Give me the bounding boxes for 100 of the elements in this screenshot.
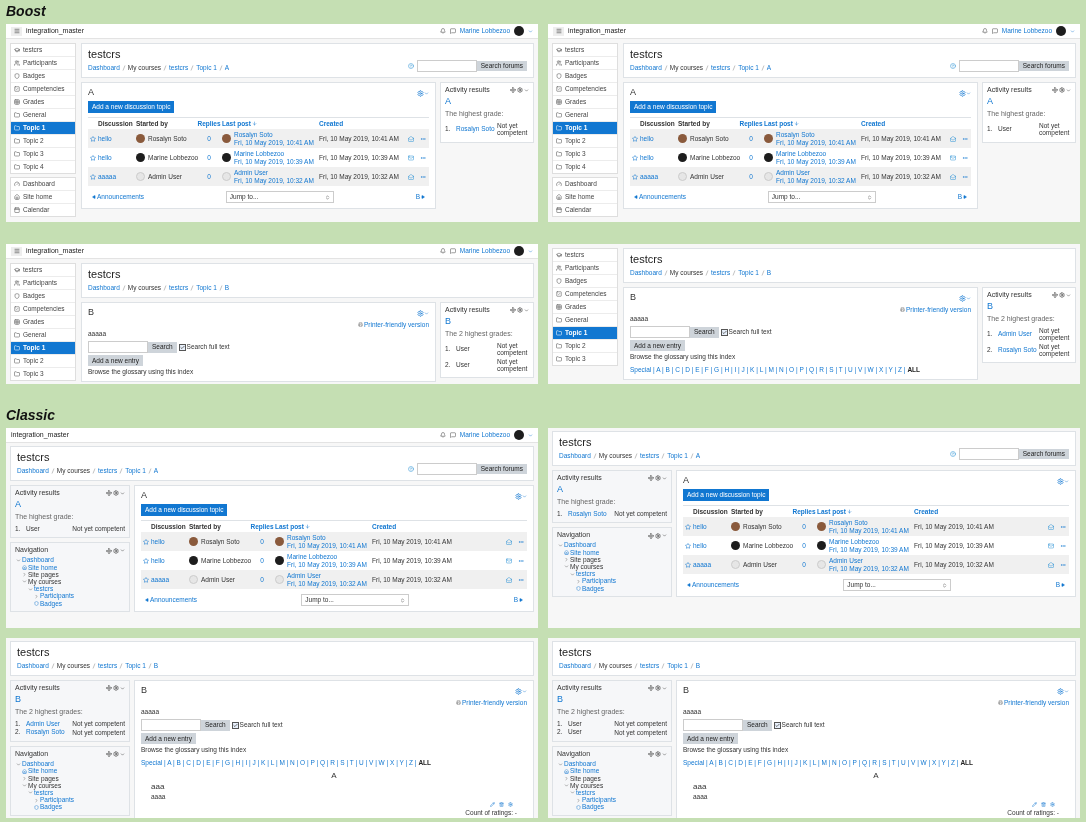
- open-envelope-icon[interactable]: [408, 135, 414, 142]
- gear-icon[interactable]: [515, 492, 522, 500]
- open-envelope-icon[interactable]: [1048, 523, 1054, 530]
- calendar-icon: [14, 207, 20, 213]
- search-field[interactable]: [683, 719, 743, 732]
- avatar[interactable]: [514, 246, 524, 256]
- gear-icon: [113, 490, 119, 497]
- activity-link[interactable]: B: [445, 316, 529, 328]
- gear-icon[interactable]: [508, 801, 513, 807]
- star-icon[interactable]: [143, 557, 149, 564]
- folder-icon: [14, 112, 20, 118]
- caret-icon: [1066, 87, 1071, 93]
- gear-icon[interactable]: [959, 294, 966, 302]
- gear-icon[interactable]: [959, 89, 966, 97]
- search-field[interactable]: [630, 326, 690, 339]
- more-icon[interactable]: [962, 135, 968, 142]
- chat-icon: [449, 432, 456, 438]
- table-icon: [14, 99, 20, 105]
- pencil-icon[interactable]: [490, 801, 495, 807]
- folder-icon: [556, 330, 562, 336]
- open-envelope-icon[interactable]: [506, 576, 512, 583]
- envelope-icon[interactable]: [408, 154, 414, 161]
- more-icon[interactable]: [420, 154, 426, 161]
- caret-icon: [1070, 28, 1075, 34]
- search-field[interactable]: [416, 60, 477, 72]
- more-icon[interactable]: [420, 173, 426, 180]
- star-icon[interactable]: [143, 538, 149, 545]
- open-envelope-icon[interactable]: [950, 173, 956, 180]
- open-envelope-icon[interactable]: [950, 135, 956, 142]
- activity-link[interactable]: A: [557, 484, 667, 496]
- star-icon[interactable]: [685, 542, 691, 549]
- gear-icon: [655, 475, 661, 482]
- sort-down-icon: [304, 523, 310, 529]
- shield-icon: [556, 278, 562, 284]
- envelope-icon[interactable]: [1048, 542, 1054, 549]
- activity-link[interactable]: B: [557, 694, 667, 706]
- menu-button[interactable]: [11, 246, 22, 256]
- star-icon[interactable]: [685, 561, 691, 568]
- graduation-cap-icon: [14, 47, 20, 53]
- star-icon[interactable]: [90, 154, 96, 161]
- star-icon[interactable]: [632, 154, 638, 161]
- gear-icon[interactable]: [1057, 687, 1064, 695]
- checkbox[interactable]: [231, 721, 239, 729]
- star-icon[interactable]: [632, 173, 638, 180]
- checkbox[interactable]: [720, 328, 728, 336]
- envelope-icon[interactable]: [950, 154, 956, 161]
- more-icon[interactable]: [518, 538, 524, 545]
- gear-icon[interactable]: [1057, 477, 1064, 485]
- search-field[interactable]: [416, 463, 477, 475]
- gear-icon[interactable]: [515, 687, 522, 695]
- avatar[interactable]: [1056, 26, 1066, 36]
- search-field[interactable]: [958, 60, 1019, 72]
- move-icon: [648, 475, 654, 482]
- activity-link[interactable]: B: [987, 301, 1071, 313]
- star-icon[interactable]: [685, 523, 691, 530]
- open-envelope-icon[interactable]: [1048, 561, 1054, 568]
- more-icon[interactable]: [518, 576, 524, 583]
- slash-icon: [147, 468, 152, 475]
- more-icon[interactable]: [1060, 561, 1066, 568]
- activity-link[interactable]: B: [15, 694, 125, 706]
- gear-icon[interactable]: [417, 89, 424, 97]
- search-field[interactable]: [958, 448, 1019, 460]
- envelope-icon[interactable]: [506, 557, 512, 564]
- star-icon[interactable]: [632, 135, 638, 142]
- activity-link[interactable]: A: [15, 499, 125, 511]
- trash-icon[interactable]: [499, 801, 504, 807]
- folder-icon: [556, 356, 562, 362]
- checkbox[interactable]: [178, 343, 186, 351]
- open-envelope-icon[interactable]: [506, 538, 512, 545]
- star-icon[interactable]: [90, 135, 96, 142]
- star-icon[interactable]: [143, 576, 149, 583]
- house-icon: [21, 768, 27, 774]
- people-icon: [556, 265, 562, 271]
- search-field[interactable]: [88, 341, 148, 354]
- more-icon[interactable]: [962, 173, 968, 180]
- trash-icon[interactable]: [1041, 801, 1046, 807]
- search-field[interactable]: [141, 719, 201, 732]
- open-envelope-icon[interactable]: [408, 173, 414, 180]
- shield-icon: [575, 585, 581, 591]
- star-icon[interactable]: [90, 173, 96, 180]
- up-down-icon: [324, 194, 330, 200]
- menu-button[interactable]: [11, 26, 22, 36]
- activity-link[interactable]: A: [987, 96, 1071, 108]
- more-icon[interactable]: [962, 154, 968, 161]
- more-icon[interactable]: [518, 557, 524, 564]
- caret-icon: [120, 751, 125, 757]
- gear-icon[interactable]: [1050, 801, 1055, 807]
- more-icon[interactable]: [420, 135, 426, 142]
- avatar[interactable]: [514, 430, 524, 440]
- gear-icon[interactable]: [417, 309, 424, 317]
- graduation-cap-icon: [556, 47, 562, 53]
- activity-link[interactable]: A: [445, 96, 529, 108]
- more-icon[interactable]: [1060, 542, 1066, 549]
- more-icon[interactable]: [1060, 523, 1066, 530]
- checkbox[interactable]: [773, 721, 781, 729]
- avatar[interactable]: [514, 26, 524, 36]
- people-icon: [14, 60, 20, 66]
- menu-button[interactable]: [553, 26, 564, 36]
- pencil-icon[interactable]: [1032, 801, 1037, 807]
- printer-icon: [455, 700, 461, 706]
